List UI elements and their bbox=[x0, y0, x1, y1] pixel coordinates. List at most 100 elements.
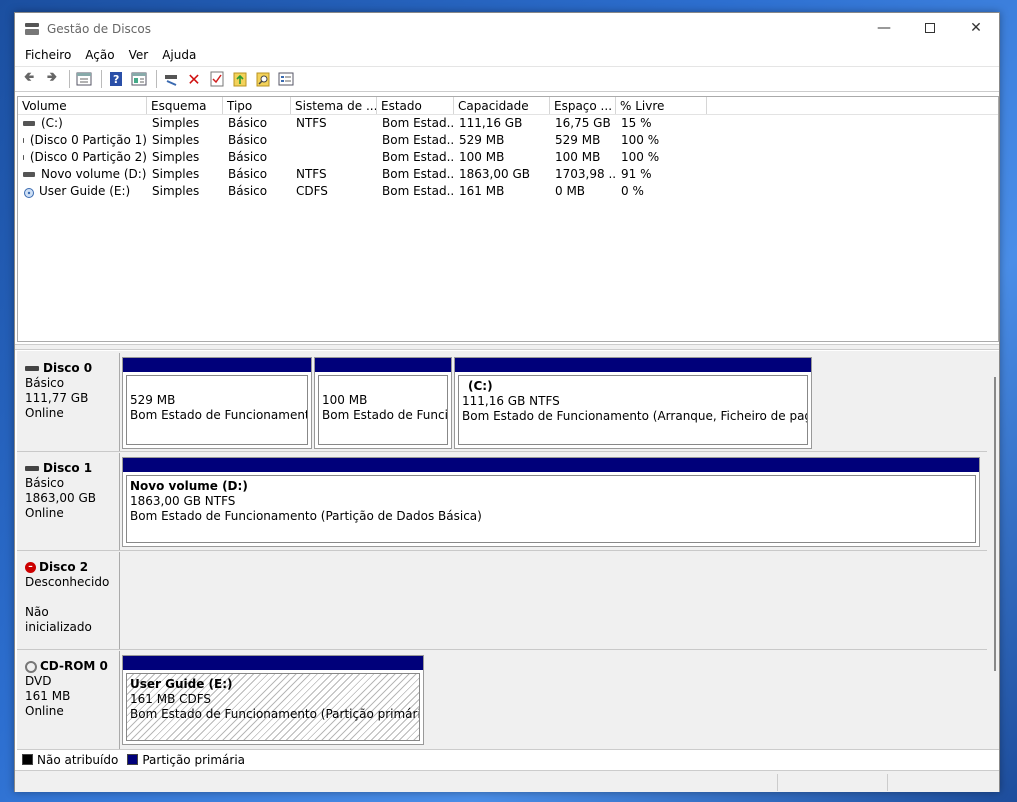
disk-name: Disco 0 bbox=[43, 361, 93, 375]
partition-bar bbox=[123, 358, 311, 372]
volume-tipo: Básico bbox=[228, 184, 268, 198]
partition-bar bbox=[315, 358, 451, 372]
title-bar[interactable]: Gestão de Discos — ✕ bbox=[15, 13, 999, 44]
partition-bar bbox=[455, 358, 811, 372]
disk-name: CD-ROM 0 bbox=[40, 659, 108, 673]
disk-label-disco-0[interactable]: Disco 0 Básico 111,77 GB Online bbox=[17, 353, 120, 451]
column-header-livre[interactable]: % Livre bbox=[616, 97, 707, 114]
disk-icon bbox=[25, 366, 39, 371]
legend-label: Não atribuído bbox=[37, 752, 119, 767]
volume-estado: Bom Estad... bbox=[382, 150, 454, 164]
vertical-scrollbar[interactable] bbox=[994, 377, 996, 671]
volume-capacidade: 100 MB bbox=[459, 150, 505, 164]
partition-c-drive[interactable]: (C:) 111,16 GB NTFS Bom Estado de Funcio… bbox=[454, 357, 812, 449]
volume-disk-icon bbox=[23, 155, 24, 160]
column-header-tipo[interactable]: Tipo bbox=[223, 97, 291, 114]
find-icon[interactable] bbox=[253, 69, 273, 89]
volume-tipo: Básico bbox=[228, 167, 268, 181]
partition-d-drive[interactable]: Novo volume (D:) 1863,00 GB NTFS Bom Est… bbox=[122, 457, 980, 547]
close-icon: ✕ bbox=[970, 20, 982, 36]
column-header-capacidade[interactable]: Capacidade bbox=[454, 97, 550, 114]
menu-ficheiro[interactable]: Ficheiro bbox=[18, 48, 78, 62]
disk-row-disco-1: Disco 1 Básico 1863,00 GB Online Novo vo… bbox=[17, 453, 987, 551]
volume-livre: 15 % bbox=[621, 116, 652, 130]
volume-espaco: 16,75 GB bbox=[555, 116, 611, 130]
delete-icon[interactable]: ✕ bbox=[184, 69, 204, 89]
disk-name: Disco 2 bbox=[39, 560, 89, 574]
disk-management-icon bbox=[24, 21, 40, 37]
properties-icon[interactable] bbox=[74, 69, 94, 89]
volume-capacidade: 1863,00 GB bbox=[459, 167, 530, 181]
legend-swatch-unallocated bbox=[22, 754, 33, 765]
connect-icon[interactable] bbox=[161, 69, 181, 89]
volume-tipo: Básico bbox=[228, 116, 268, 130]
disk-label-disco-2[interactable]: – Disco 2 Desconhecido Não inicializado bbox=[17, 552, 120, 649]
volume-livre: 0 % bbox=[621, 184, 644, 198]
forward-icon[interactable]: 🢂 bbox=[42, 69, 62, 89]
disk-status: Online bbox=[25, 704, 64, 718]
menu-ver[interactable]: Ver bbox=[122, 48, 156, 62]
disk-icon bbox=[25, 466, 39, 471]
partition-size: 529 MB bbox=[130, 393, 176, 407]
maximize-button[interactable] bbox=[907, 13, 953, 43]
back-icon[interactable]: 🢀 bbox=[19, 69, 39, 89]
pane-splitter[interactable] bbox=[15, 344, 999, 350]
disk-label-cdrom-0[interactable]: CD-ROM 0 DVD 161 MB Online bbox=[17, 651, 120, 749]
partition-size: 111,16 GB NTFS bbox=[462, 394, 560, 408]
partition-size: 1863,00 GB NTFS bbox=[130, 494, 236, 508]
status-bar bbox=[15, 770, 999, 792]
column-header-volume[interactable]: Volume bbox=[18, 97, 147, 114]
disk-label-disco-1[interactable]: Disco 1 Básico 1863,00 GB Online bbox=[17, 453, 120, 550]
partition-disco-0-1[interactable]: 529 MB Bom Estado de Funcionamento (Part… bbox=[122, 357, 312, 449]
column-header-sistema[interactable]: Sistema de ... bbox=[291, 97, 377, 114]
minimize-button[interactable]: — bbox=[861, 13, 907, 43]
volume-espaco: 100 MB bbox=[555, 150, 601, 164]
volume-espaco: 1703,98 ... bbox=[555, 167, 616, 181]
volume-sistema bbox=[291, 132, 377, 149]
table-row[interactable]: Novo volume (D:) Simples Básico NTFS Bom… bbox=[18, 166, 998, 183]
legend-swatch-primary bbox=[127, 754, 139, 765]
volume-esquema: Simples bbox=[152, 167, 200, 181]
volume-esquema: Simples bbox=[152, 184, 200, 198]
volume-disk-icon bbox=[23, 138, 24, 143]
volume-espaco: 0 MB bbox=[555, 184, 586, 198]
volume-disk-icon bbox=[23, 172, 35, 177]
volume-list: Volume Esquema Tipo Sistema de ... Estad… bbox=[17, 96, 999, 342]
menu-acao[interactable]: Ação bbox=[78, 48, 121, 62]
partition-disco-0-2[interactable]: 100 MB Bom Estado de Funcionamento (Part… bbox=[314, 357, 452, 449]
column-header-esquema[interactable]: Esquema bbox=[147, 97, 223, 114]
partition-name: User Guide (E:) bbox=[130, 677, 233, 691]
volume-name: Novo volume (D:) bbox=[41, 167, 147, 181]
help-icon[interactable]: ? bbox=[106, 69, 126, 89]
svg-text:?: ? bbox=[113, 73, 119, 86]
disk-management-window: Gestão de Discos — ✕ Ficheiro Ação Ver A… bbox=[14, 12, 1000, 792]
disk-status: Não inicializado bbox=[25, 605, 92, 634]
volume-esquema: Simples bbox=[152, 150, 200, 164]
disk-status: Online bbox=[25, 506, 64, 520]
volume-livre: 100 % bbox=[621, 150, 660, 164]
partition-e-drive[interactable]: User Guide (E:) 161 MB CDFS Bom Estado d… bbox=[122, 655, 424, 745]
explore-icon[interactable] bbox=[230, 69, 250, 89]
volume-name: User Guide (E:) bbox=[39, 184, 131, 198]
table-row[interactable]: (Disco 0 Partição 2) Simples Básico Bom … bbox=[18, 149, 998, 166]
disk-size: 1863,00 GB bbox=[25, 491, 96, 505]
table-row[interactable]: (Disco 0 Partição 1) Simples Básico Bom … bbox=[18, 132, 998, 149]
legend-label: Partição primária bbox=[142, 752, 246, 767]
settings-icon[interactable] bbox=[276, 69, 296, 89]
disk-type: DVD bbox=[25, 674, 52, 688]
close-button[interactable]: ✕ bbox=[953, 13, 999, 43]
view-icon[interactable] bbox=[129, 69, 149, 89]
error-icon: – bbox=[25, 562, 36, 573]
menu-ajuda[interactable]: Ajuda bbox=[155, 48, 203, 62]
check-icon[interactable] bbox=[207, 69, 227, 89]
partition-size: 100 MB bbox=[322, 393, 368, 407]
volume-estado: Bom Estad... bbox=[382, 116, 454, 130]
column-header-estado[interactable]: Estado bbox=[377, 97, 454, 114]
table-row[interactable]: (C:) Simples Básico NTFS Bom Estad... 11… bbox=[18, 115, 998, 132]
volume-esquema: Simples bbox=[152, 133, 200, 147]
table-row[interactable]: User Guide (E:) Simples Básico CDFS Bom … bbox=[18, 183, 998, 200]
volume-capacidade: 529 MB bbox=[459, 133, 505, 147]
volume-espaco: 529 MB bbox=[555, 133, 601, 147]
menu-bar: Ficheiro Ação Ver Ajuda bbox=[15, 44, 999, 66]
column-header-espaco[interactable]: Espaço ... bbox=[550, 97, 616, 114]
